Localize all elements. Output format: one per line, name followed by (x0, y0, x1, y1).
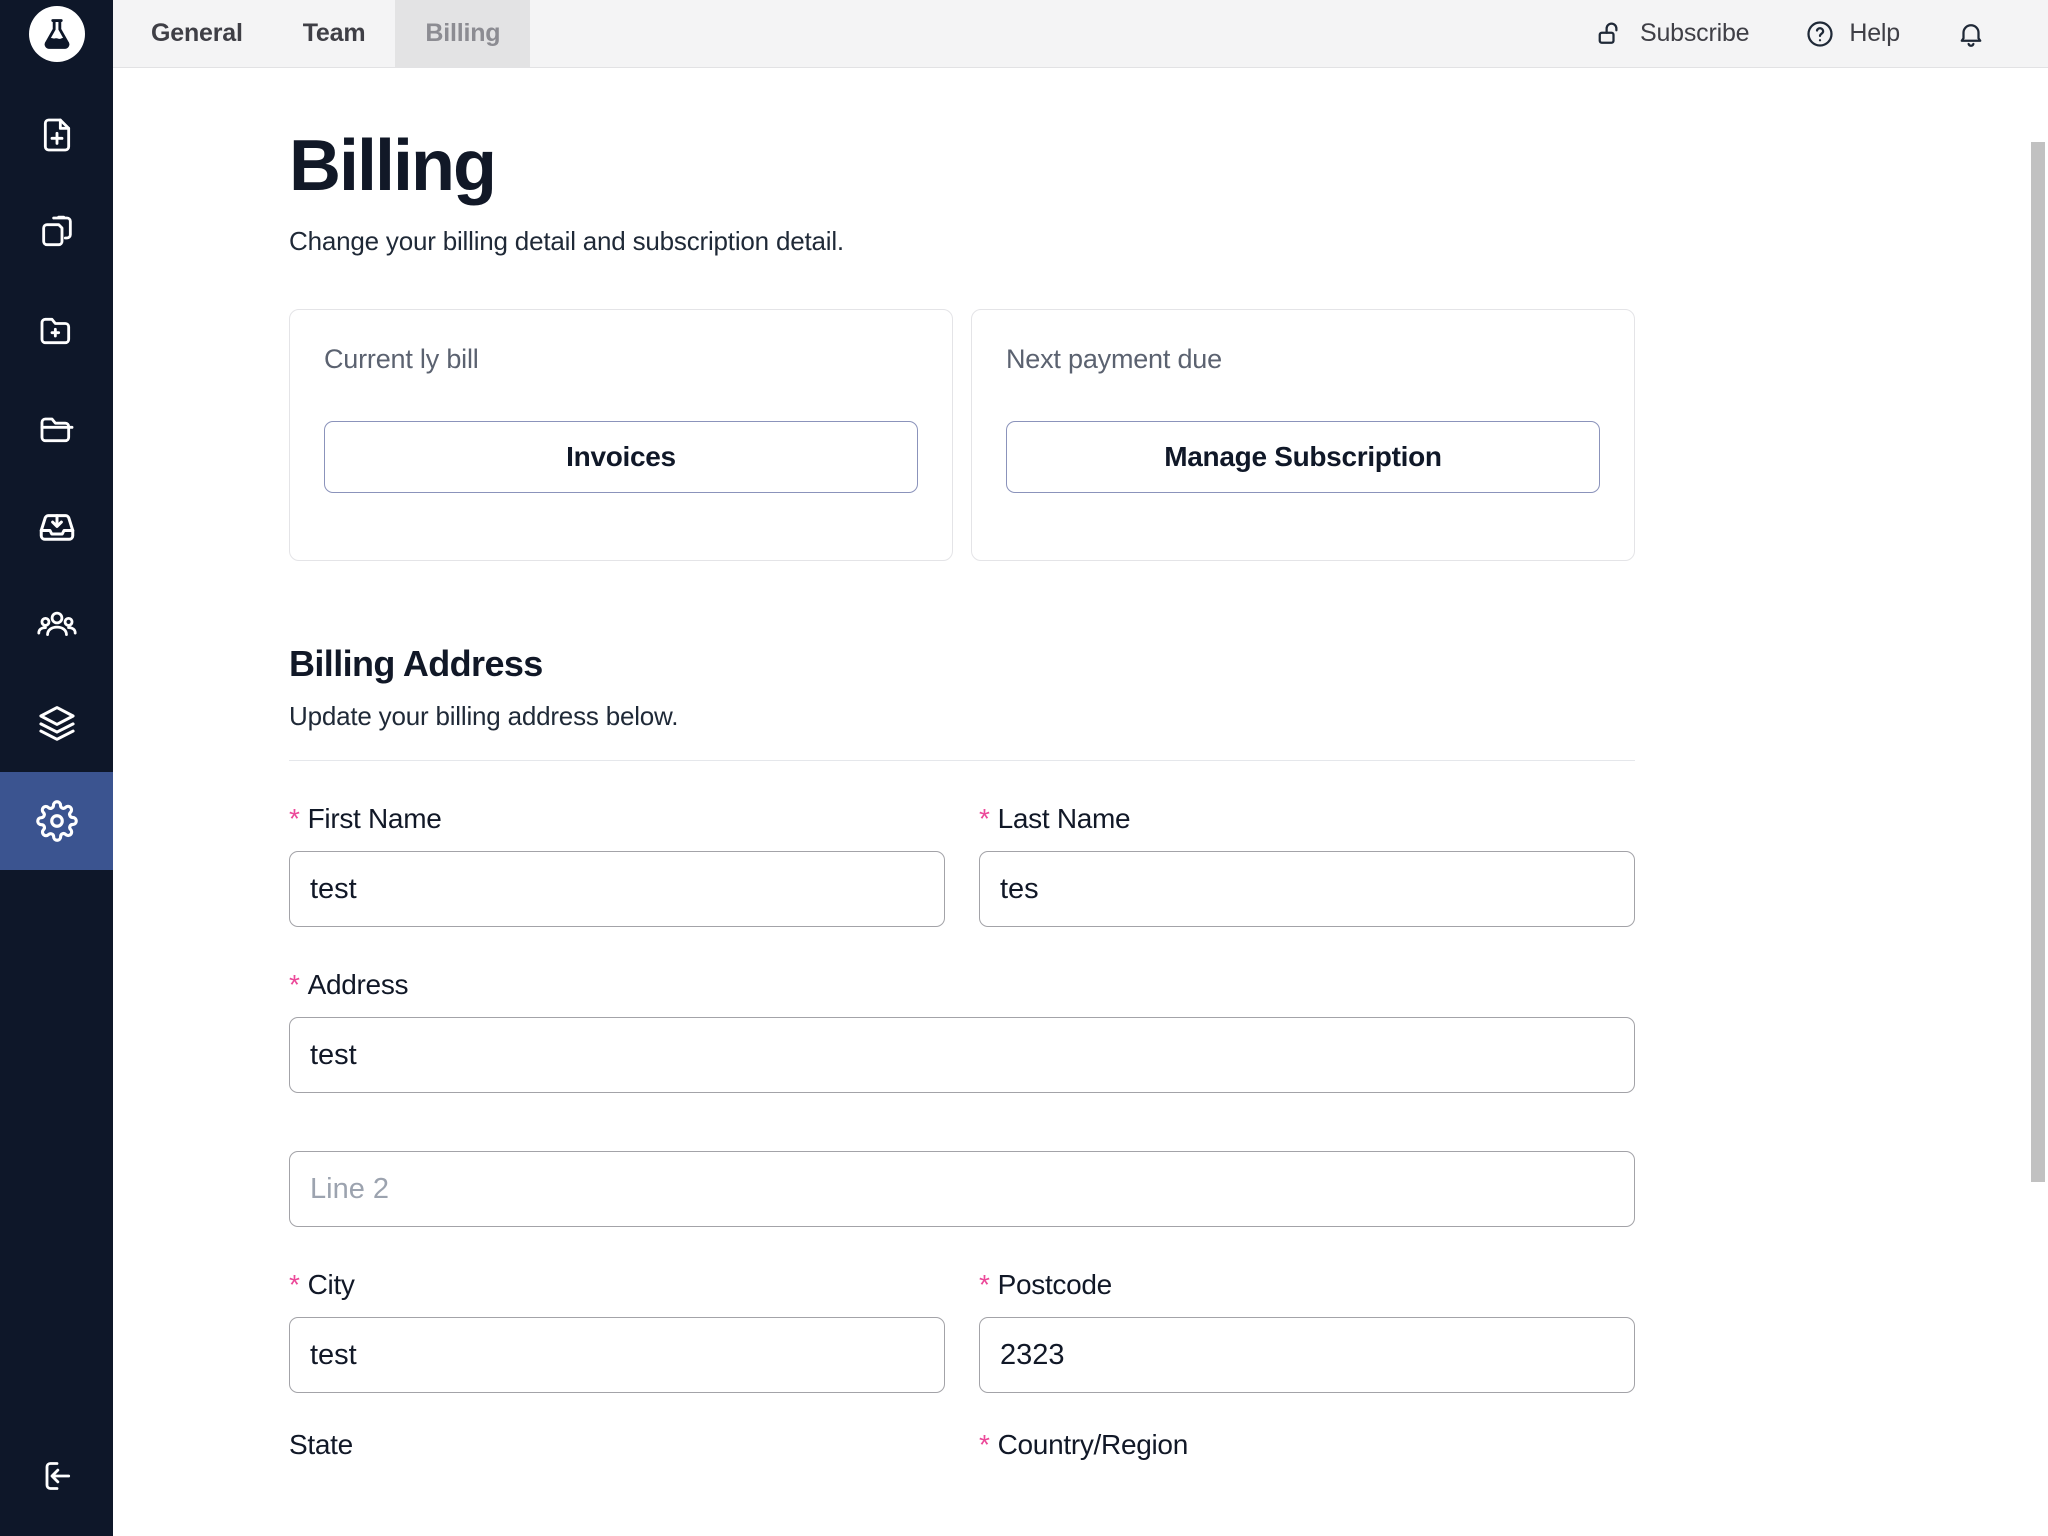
postcode-field: * Postcode (979, 1269, 1635, 1393)
last-name-label: Last Name (997, 803, 1131, 834)
required-asterisk: * (979, 1269, 990, 1300)
billing-address-form: * First Name * Last Name (289, 803, 1635, 1461)
city-postcode-row: * City * Postcode (289, 1269, 1635, 1393)
inbox-download-icon (36, 506, 78, 548)
city-input[interactable] (289, 1317, 945, 1393)
main-area: General Team Billing Subscribe Help Bill… (113, 0, 2048, 1536)
sidebar-item-new-document[interactable] (0, 86, 113, 184)
first-name-input[interactable] (289, 851, 945, 927)
sidebar-item-new-folder[interactable] (0, 282, 113, 380)
address-input[interactable] (289, 1017, 1635, 1093)
manage-subscription-button[interactable]: Manage Subscription (1006, 421, 1600, 493)
settings-tabs: General Team Billing (113, 0, 531, 67)
topbar: General Team Billing Subscribe Help (113, 0, 2048, 68)
state-label-wrap: State (289, 1429, 945, 1461)
address-line2-input[interactable] (289, 1151, 1635, 1227)
logout-icon (37, 1456, 77, 1501)
billing-address-subtitle: Update your billing address below. (289, 701, 679, 731)
next-payment-label: Next payment due (1006, 344, 1222, 374)
layers-icon (36, 702, 78, 744)
topbar-actions: Subscribe Help (1568, 0, 2048, 67)
tab-billing-label: Billing (425, 19, 501, 47)
postcode-label: Postcode (997, 1269, 1113, 1300)
city-label-wrap: * City (289, 1269, 945, 1301)
postcode-input[interactable] (979, 1317, 1635, 1393)
required-asterisk: * (289, 969, 300, 1000)
tab-billing[interactable]: Billing (395, 0, 531, 67)
country-label: Country/Region (997, 1429, 1189, 1460)
state-field: State (289, 1429, 945, 1461)
tab-team-label: Team (302, 19, 366, 47)
summary-cards: Current ly bill Invoices Next payment du… (289, 309, 2048, 561)
required-asterisk: * (289, 803, 300, 834)
last-name-input[interactable] (979, 851, 1635, 927)
line2-field (289, 1135, 1635, 1227)
sidebar-item-logout[interactable] (0, 1420, 113, 1536)
address-row: * Address (289, 969, 1635, 1093)
sidebar-item-inbox[interactable] (0, 478, 113, 576)
country-label-wrap: * Country/Region (979, 1429, 1635, 1461)
country-field: * Country/Region (979, 1429, 1635, 1461)
address-label: Address (307, 969, 409, 1000)
current-bill-label: Current ly bill (324, 344, 479, 374)
sidebar-item-settings[interactable] (0, 772, 113, 870)
line2-row (289, 1135, 1635, 1227)
city-field: * City (289, 1269, 945, 1393)
folder-plus-icon (37, 311, 77, 351)
bell-icon (1956, 19, 1986, 49)
state-label: State (289, 1429, 353, 1460)
copy-documents-icon (37, 213, 77, 253)
sidebar-item-documents[interactable] (0, 184, 113, 282)
app-logo[interactable] (0, 0, 113, 68)
name-row: * First Name * Last Name (289, 803, 1635, 927)
first-name-label: First Name (307, 803, 442, 834)
address-field: * Address (289, 969, 1635, 1093)
city-label: City (307, 1269, 355, 1300)
invoices-button[interactable]: Invoices (324, 421, 918, 493)
billing-address-title: Billing Address (289, 643, 543, 684)
last-name-field: * Last Name (979, 803, 1635, 927)
sidebar (0, 0, 113, 1536)
scrollbar-thumb[interactable] (2031, 142, 2045, 1182)
address-label-wrap: * Address (289, 969, 1635, 1001)
section-divider (289, 760, 1635, 761)
folder-icon (37, 409, 77, 449)
tab-team[interactable]: Team (273, 0, 396, 67)
users-group-icon (36, 604, 78, 646)
unlock-icon (1596, 19, 1626, 49)
sidebar-item-layers[interactable] (0, 674, 113, 772)
required-asterisk: * (289, 1269, 300, 1300)
help-label: Help (1849, 19, 1900, 47)
subscribe-label: Subscribe (1640, 19, 1750, 47)
sidebar-nav (0, 86, 113, 870)
gear-icon (35, 800, 78, 842)
next-payment-card: Next payment due Manage Subscription (971, 309, 1635, 561)
postcode-label-wrap: * Postcode (979, 1269, 1635, 1301)
page-subtitle: Change your billing detail and subscript… (289, 226, 844, 256)
first-name-field: * First Name (289, 803, 945, 927)
vertical-scrollbar[interactable] (2028, 136, 2048, 1536)
first-name-label-wrap: * First Name (289, 803, 945, 835)
app-root: General Team Billing Subscribe Help Bill… (0, 0, 2048, 1536)
subscribe-button[interactable]: Subscribe (1568, 19, 1777, 49)
sidebar-item-team[interactable] (0, 576, 113, 674)
flask-logo-icon (28, 6, 85, 62)
tab-general[interactable]: General (113, 0, 273, 67)
tab-general-label: General (151, 19, 243, 47)
billing-page: Billing Change your billing detail and s… (113, 68, 2048, 1461)
content-scroll-area: Billing Change your billing detail and s… (113, 68, 2048, 1536)
file-plus-icon (37, 115, 77, 155)
page-title: Billing (289, 126, 497, 206)
last-name-label-wrap: * Last Name (979, 803, 1635, 835)
state-country-row: State * Country/Region (289, 1429, 1635, 1461)
notifications-button[interactable] (1928, 19, 2014, 49)
required-asterisk: * (979, 803, 990, 834)
current-bill-card: Current ly bill Invoices (289, 309, 953, 561)
question-circle-icon (1805, 19, 1835, 49)
sidebar-item-folders[interactable] (0, 380, 113, 478)
help-button[interactable]: Help (1777, 19, 1928, 49)
required-asterisk: * (979, 1429, 990, 1460)
